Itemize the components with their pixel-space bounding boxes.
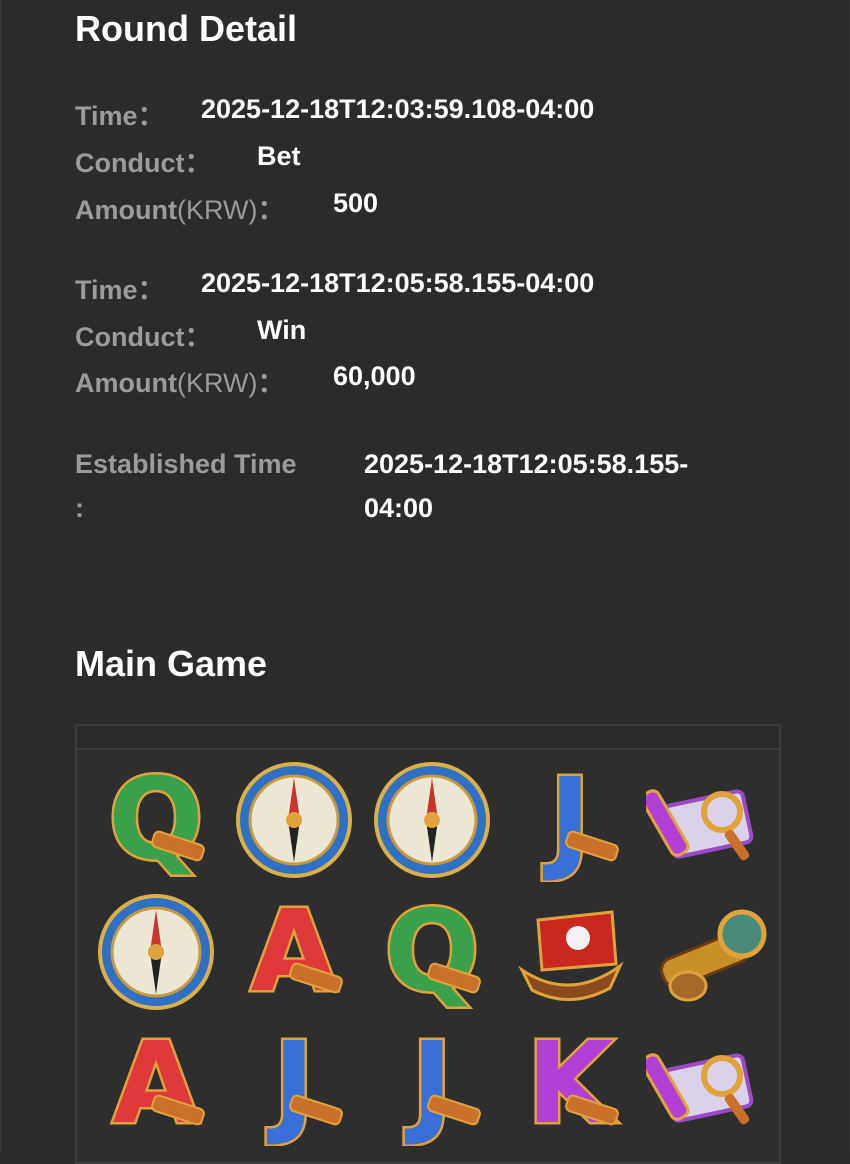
record-1-time-label: Time： (75, 101, 165, 131)
svg-text:K: K (527, 1022, 618, 1146)
record-2-amount-label: Amount(KRW)： (75, 368, 285, 398)
svg-text:J: J (266, 1022, 315, 1146)
record-2-time-value: 2025-12-18T12:05:58.155-04:00 (201, 268, 595, 298)
established-time-label: Established Time : (75, 449, 297, 523)
svg-text:Q: Q (108, 758, 203, 882)
reel-symbol-compass-icon (363, 754, 501, 886)
established-time-value: 2025-12-18T12:05:58.155- 04:00 (364, 449, 689, 523)
reel-symbol-compass-icon (225, 754, 363, 886)
record-2-conduct-value: Win (257, 315, 307, 345)
reel-symbol-a-icon: A (87, 1018, 225, 1150)
record-1-conduct-label: Conduct： (75, 148, 212, 178)
svg-text:Q: Q (384, 890, 479, 1014)
main-game-title: Main Game (75, 643, 268, 684)
reel-board: Q J A Q A J J K (75, 724, 781, 1164)
svg-text:A: A (251, 890, 338, 1014)
record-1-time-value: 2025-12-18T12:03:59.108-04:00 (201, 94, 595, 124)
reel-symbol-compass-icon (87, 886, 225, 1018)
reel-symbol-j-icon: J (225, 1018, 363, 1150)
reel-symbol-q-icon: Q (363, 886, 501, 1018)
svg-text:A: A (113, 1022, 200, 1146)
record-2-conduct-label: Conduct： (75, 322, 212, 352)
reel-symbol-map-icon (639, 754, 777, 886)
record-1-amount-label: Amount(KRW)： (75, 195, 285, 225)
reel-board-header (77, 726, 779, 750)
page-title: Round Detail (75, 8, 297, 49)
reel-symbol-k-icon: K (501, 1018, 639, 1150)
reel-symbol-map-icon (639, 1018, 777, 1150)
reel-symbol-a-icon: A (225, 886, 363, 1018)
reel-symbol-j-icon: J (501, 754, 639, 886)
reel-symbol-ship-icon (501, 886, 639, 1018)
svg-text:J: J (404, 1022, 453, 1146)
reel-symbol-spyglass-icon (639, 886, 777, 1018)
reel-symbol-j-icon: J (363, 1018, 501, 1150)
record-2-time-label: Time： (75, 275, 165, 305)
record-1-conduct-value: Bet (257, 141, 301, 171)
svg-text:J: J (542, 758, 591, 882)
record-1-amount-value: 500 (333, 188, 379, 218)
record-2-amount-value: 60,000 (333, 361, 416, 391)
reel-grid: Q J A Q A J J K (87, 754, 777, 1150)
reel-symbol-q-icon: Q (87, 754, 225, 886)
